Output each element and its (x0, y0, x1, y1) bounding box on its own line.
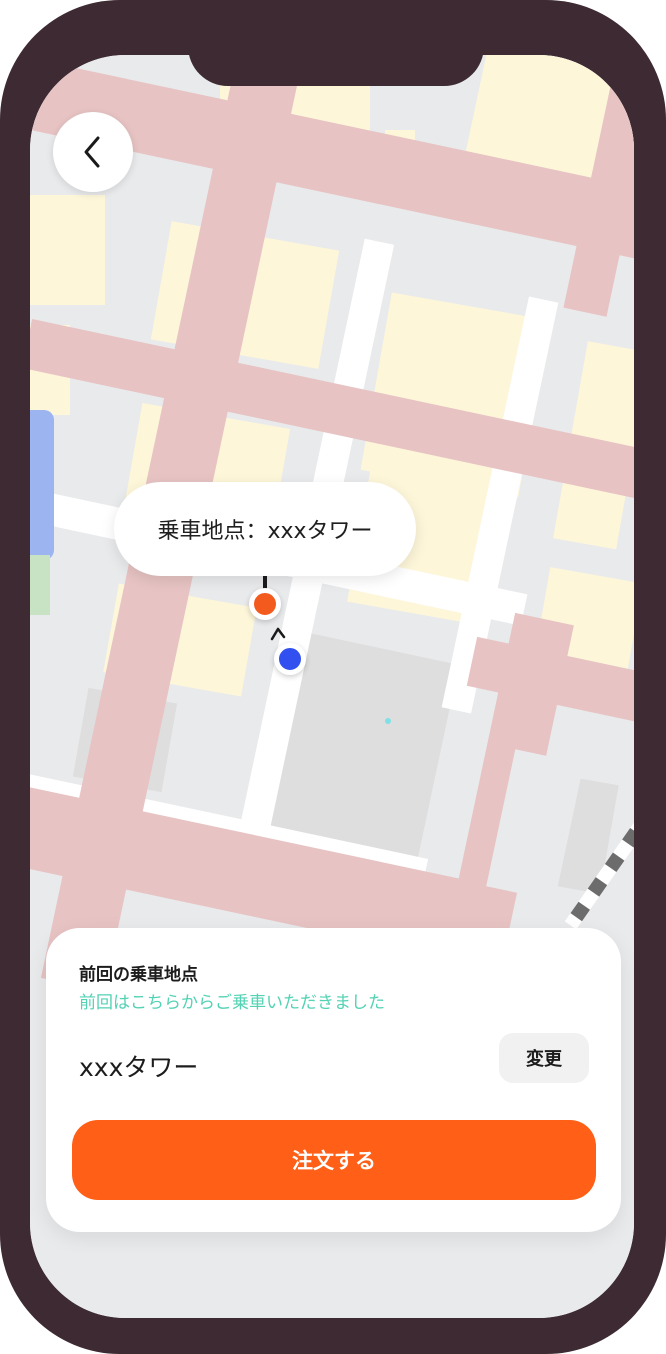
place-name: xxxタワー (79, 1053, 199, 1082)
heading-arrow-icon (270, 627, 286, 641)
pickup-card: 前回の乗車地点 前回はこちらからご乗車いただきました xxxタワー 変更 注文す… (46, 928, 621, 1232)
notch (188, 30, 484, 86)
pickup-label: 乗車地点：xxxタワー (157, 519, 373, 544)
current-location-dot (274, 643, 306, 675)
phone-frame: 乗車地点：xxxタワー 前回の乗車地点 前回はこちらからご乗車いただきました x… (0, 0, 666, 1354)
pickup-pin[interactable] (249, 588, 281, 620)
chevron-left-icon (84, 136, 100, 168)
card-title: 前回の乗車地点 (79, 965, 198, 985)
order-button[interactable]: 注文する (72, 1120, 596, 1200)
card-subtitle: 前回はこちらからご乗車いただきました (79, 993, 385, 1013)
back-button[interactable] (53, 112, 133, 192)
screen: 乗車地点：xxxタワー 前回の乗車地点 前回はこちらからご乗車いただきました x… (30, 55, 634, 1318)
change-button[interactable]: 変更 (499, 1033, 589, 1083)
pickup-bubble: 乗車地点：xxxタワー (114, 482, 416, 576)
